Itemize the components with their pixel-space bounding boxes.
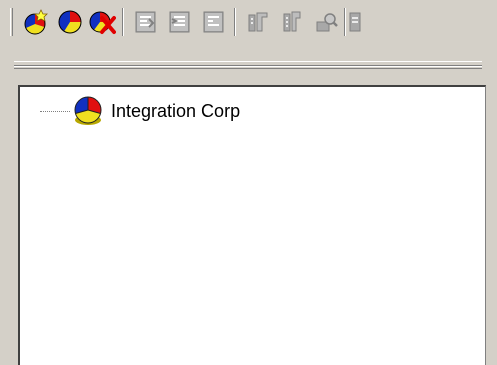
tool-button-1[interactable] <box>242 7 274 37</box>
document-button-3[interactable] <box>198 7 230 37</box>
tool-icon-1 <box>248 12 268 32</box>
tool-button-2[interactable] <box>276 7 308 37</box>
document-button-2[interactable] <box>164 7 196 37</box>
pie-properties-icon <box>58 10 82 34</box>
tree-view[interactable]: Integration Corp <box>18 85 486 365</box>
splitter-bar[interactable] <box>14 61 482 69</box>
delete-pie-button[interactable] <box>86 7 118 37</box>
add-pie-icon <box>24 9 48 35</box>
pie-properties-button[interactable] <box>54 7 86 37</box>
document-icon-1 <box>135 11 156 33</box>
delete-pie-icon <box>89 11 116 34</box>
document-icon-2 <box>169 11 190 33</box>
more-button[interactable] <box>346 7 364 37</box>
tree-connector-line <box>40 110 70 112</box>
partial-icon <box>349 12 361 32</box>
organization-pie-icon <box>74 96 102 125</box>
tree-node[interactable]: Integration Corp <box>40 96 240 126</box>
document-icon-3 <box>203 11 224 33</box>
tree-node-label[interactable]: Integration Corp <box>111 101 240 122</box>
toolbar-separator <box>122 8 124 36</box>
tool-icon-2 <box>283 11 301 32</box>
add-pie-button[interactable] <box>20 7 52 37</box>
toolbar <box>0 0 497 44</box>
toolbar-separator <box>234 8 236 36</box>
document-button-1[interactable] <box>130 7 162 37</box>
search-tool-button[interactable] <box>310 7 342 37</box>
toolbar-grip[interactable] <box>10 8 13 36</box>
search-tool-icon <box>316 13 338 32</box>
